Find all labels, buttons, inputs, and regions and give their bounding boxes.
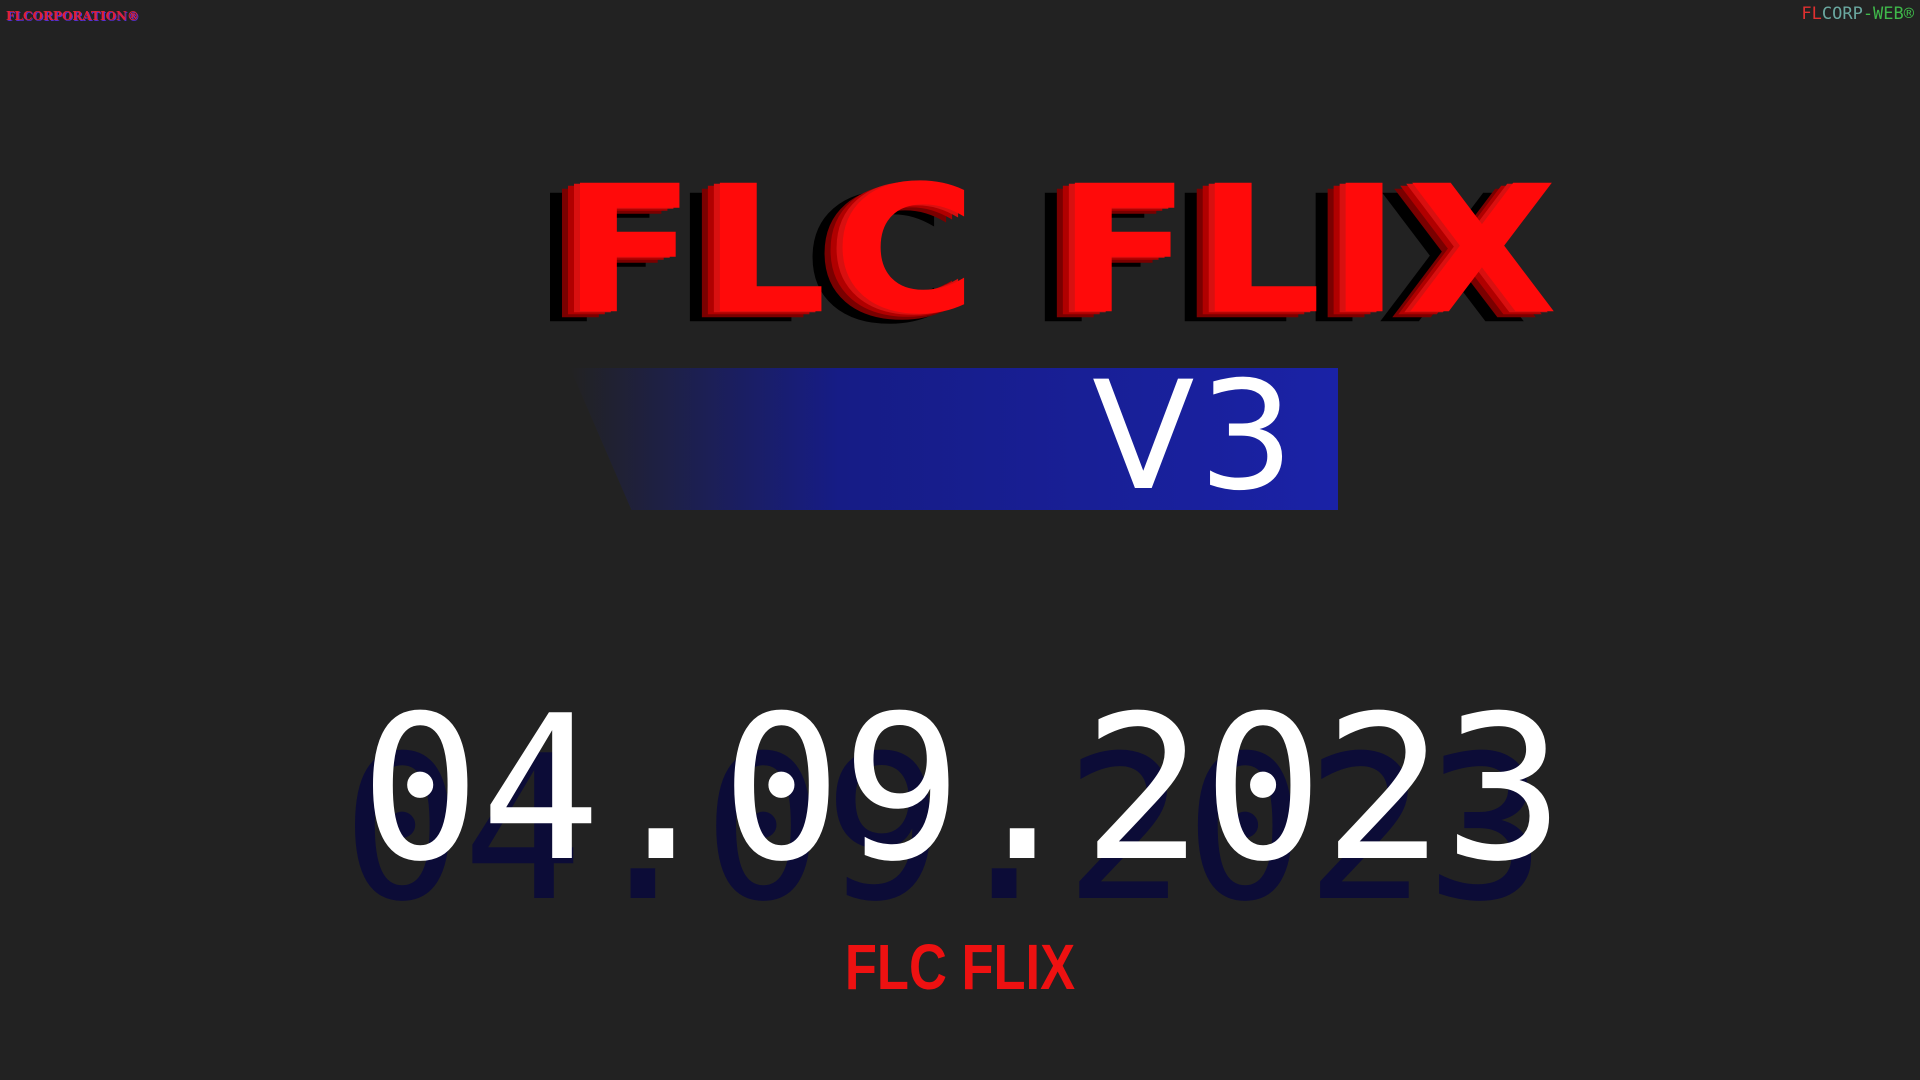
logo-version: V3 xyxy=(1092,350,1299,524)
release-date: 04.09.2023 04.09.2023 xyxy=(342,690,1564,930)
logo-title-front: FLC FLIX xyxy=(562,148,1564,354)
flcorp-web-part2: CORP xyxy=(1821,4,1863,24)
flcorporation-logo: FLCORPORATION® xyxy=(6,9,139,23)
footer-title: FLC FLIX xyxy=(844,931,1076,1003)
flcorp-web-part3: -WEB® xyxy=(1862,4,1914,24)
flcorporation-logo-text: FLCORPORATION® xyxy=(6,9,140,23)
flc-flix-v3-logo: FLC FLIX FLC FLIX FLC FLIX FLC FLIX FLC … xyxy=(530,163,1558,524)
release-date-text: 04.09.2023 xyxy=(360,673,1565,906)
flcorp-web-part1: FL xyxy=(1801,4,1822,24)
logo-title: FLC FLIX FLC FLIX FLC FLIX FLC FLIX FLC … xyxy=(530,163,1558,350)
flcorp-web-logo: FLCORP-WEB® xyxy=(1801,4,1914,24)
